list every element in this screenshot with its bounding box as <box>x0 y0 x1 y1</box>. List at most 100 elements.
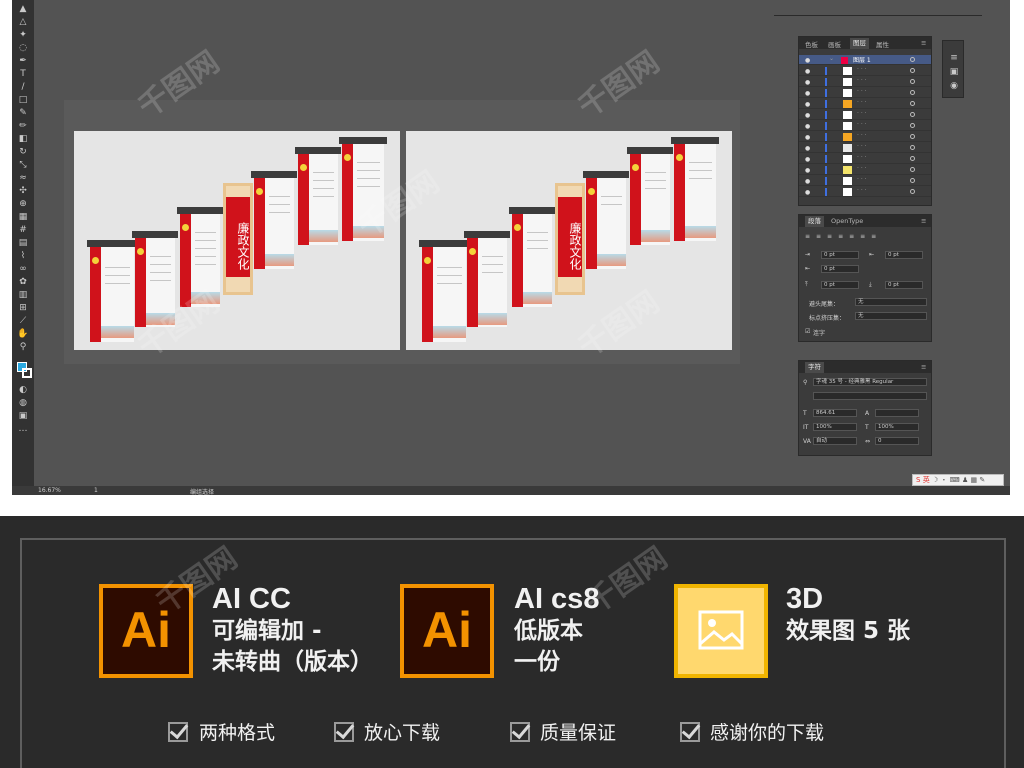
layer-row[interactable]: ● · · · <box>799 187 931 197</box>
stroke-swatch[interactable] <box>22 368 32 378</box>
perspective-grid-icon[interactable]: ▦ <box>17 212 29 222</box>
vertical-scale-field[interactable]: 100% <box>813 423 857 431</box>
lasso-tool-icon[interactable]: ◌ <box>17 43 29 53</box>
feature-safe-download: 放心下载 <box>364 722 441 744</box>
panel-icon[interactable]: ◉ <box>948 81 960 91</box>
panel-menu-icon[interactable]: ≡ <box>921 217 926 225</box>
layer-row[interactable]: ● · · · <box>799 176 931 186</box>
illustrator-workspace: ▲ △ ✦ ◌ ✒ T / □ ✎ ✏ ◧ ↻ ⤡ ≈ ✣ ⊕ ▦ # ▤ ⌇ … <box>12 0 1010 494</box>
rectangle-tool-icon[interactable]: □ <box>17 95 29 105</box>
panel-icon[interactable]: ▣ <box>948 67 960 77</box>
layer-name[interactable]: 图层 1 <box>853 55 871 64</box>
tab-opentype[interactable]: OpenType <box>831 217 863 225</box>
tab-character[interactable]: 字符 <box>805 362 824 373</box>
tab-properties[interactable]: 属性 <box>876 39 889 49</box>
layer-row[interactable]: ● · · · <box>799 121 931 131</box>
kerning-field[interactable]: 自动 <box>813 437 857 445</box>
font-style-select[interactable] <box>813 392 927 400</box>
screen-mode-icon[interactable]: ▣ <box>17 411 29 421</box>
ime-toolbar[interactable]: S 英 ☽ ・ ⌨ ♟ ▦ ✎ <box>912 474 1004 486</box>
slice-tool-icon[interactable]: ⟋ <box>17 316 29 326</box>
layer-row[interactable]: ● · · · <box>799 165 931 175</box>
culture-panel <box>509 207 555 307</box>
eyedropper-icon[interactable]: ⌇ <box>17 251 29 261</box>
hyphen-checkbox[interactable]: ☑ <box>805 328 810 335</box>
panel-icon[interactable]: ≡ <box>948 53 960 63</box>
ai-cc-title: AI CC <box>212 583 291 615</box>
mesh-tool-icon[interactable]: # <box>17 225 29 235</box>
layer-row-main[interactable]: ● ⌄ 图层 1 <box>799 55 931 65</box>
ime-lang[interactable]: 英 <box>923 476 930 484</box>
artboard-1[interactable]: 廉政文化 <box>74 131 400 350</box>
pen-tool-icon[interactable]: ✒ <box>17 56 29 66</box>
vertical-scale-icon: IT <box>803 424 809 431</box>
first-line-indent-field[interactable]: 0 pt <box>821 265 859 273</box>
right-indent-field[interactable]: 0 pt <box>885 251 923 259</box>
layer-row[interactable]: ● · · · <box>799 99 931 109</box>
rotate-tool-icon[interactable]: ↻ <box>17 147 29 157</box>
hand-tool-icon[interactable]: ✋ <box>17 329 29 339</box>
shape-builder-icon[interactable]: ⊕ <box>17 199 29 209</box>
punct-select[interactable]: 无 <box>855 312 927 320</box>
artboard-2[interactable]: 廉政文化 <box>406 131 732 350</box>
avoid-head-select[interactable]: 无 <box>855 298 927 306</box>
search-icon: ⚲ <box>803 379 808 386</box>
zoom-level[interactable]: 16.67% <box>38 487 61 494</box>
brush-tool-icon[interactable]: ✎ <box>17 108 29 118</box>
color-mode-icon[interactable]: ◐ <box>17 385 29 395</box>
center-sign-title: 廉政文化 <box>226 197 250 277</box>
layers-panel: 色板 画板 图层 属性 ≡ ● ⌄ 图层 1 ● · · · ● · · · ● · … <box>798 36 932 206</box>
tab-layers[interactable]: 图层 <box>850 38 869 49</box>
status-text: 编组选择 <box>190 489 215 496</box>
line-tool-icon[interactable]: / <box>17 82 29 92</box>
ime-tool-icons[interactable]: ☽ ・ ⌨ ♟ ▦ ✎ <box>932 476 985 484</box>
scale-tool-icon[interactable]: ⤡ <box>17 160 29 170</box>
ruler-line <box>774 15 982 16</box>
layer-row[interactable]: ● · · · <box>799 143 931 153</box>
layer-row[interactable]: ● · · · <box>799 88 931 98</box>
layer-row[interactable]: ● · · · <box>799 132 931 142</box>
font-size-field[interactable]: 864.61 <box>813 409 857 417</box>
layer-row[interactable]: ● · · · <box>799 154 931 164</box>
layers-panel-tabs: 色板 画板 图层 属性 ≡ <box>799 37 931 49</box>
tracking-field[interactable]: 0 <box>875 437 919 445</box>
magic-wand-icon[interactable]: ✦ <box>17 30 29 40</box>
left-indent-field[interactable]: 0 pt <box>821 251 859 259</box>
tab-paragraph[interactable]: 段落 <box>805 216 824 227</box>
eraser-tool-icon[interactable]: ◧ <box>17 134 29 144</box>
selection-tool-icon[interactable]: ▲ <box>17 4 29 14</box>
type-tool-icon[interactable]: T <box>17 69 29 79</box>
puppet-warp-icon[interactable]: ✣ <box>17 186 29 196</box>
font-family-select[interactable]: 字魂 35 号 - 经典雅黑 Regular <box>813 378 927 386</box>
party-emblem-icon <box>632 164 639 171</box>
width-tool-icon[interactable]: ≈ <box>17 173 29 183</box>
panel-menu-icon[interactable]: ≡ <box>921 363 926 371</box>
pencil-tool-icon[interactable]: ✏ <box>17 121 29 131</box>
space-before-field[interactable]: 0 pt <box>821 281 859 289</box>
horizontal-scale-field[interactable]: 100% <box>875 423 919 431</box>
more-tools-icon[interactable]: … <box>17 424 29 434</box>
artboard-nav[interactable]: 1 <box>94 487 98 494</box>
tab-swatches[interactable]: 色板 <box>805 39 818 49</box>
artboard-tool-icon[interactable]: ⊞ <box>17 303 29 313</box>
symbol-sprayer-icon[interactable]: ✿ <box>17 277 29 287</box>
eye-icon[interactable]: ● <box>805 57 810 64</box>
space-after-field[interactable]: 0 pt <box>885 281 923 289</box>
target-icon[interactable] <box>910 57 915 62</box>
direct-selection-tool-icon[interactable]: △ <box>17 17 29 27</box>
check-icon <box>680 722 700 742</box>
gradient-tool-icon[interactable]: ▤ <box>17 238 29 248</box>
party-emblem-icon <box>676 154 683 161</box>
zoom-tool-icon[interactable]: ⚲ <box>17 342 29 352</box>
blend-tool-icon[interactable]: ∞ <box>17 264 29 274</box>
align-buttons-icon[interactable]: ≡≡≡≡≡≡≡ <box>805 233 882 240</box>
layer-row[interactable]: ● · · · <box>799 110 931 120</box>
tab-artboards[interactable]: 画板 <box>828 39 841 49</box>
graph-tool-icon[interactable]: ▥ <box>17 290 29 300</box>
expand-arrow-icon[interactable]: ⌄ <box>829 55 834 62</box>
layer-row[interactable]: ● · · · <box>799 77 931 87</box>
layer-row[interactable]: ● · · · <box>799 66 931 76</box>
leading-field[interactable] <box>875 409 919 417</box>
panel-menu-icon[interactable]: ≡ <box>921 39 926 47</box>
draw-mode-icon[interactable]: ◍ <box>17 398 29 408</box>
